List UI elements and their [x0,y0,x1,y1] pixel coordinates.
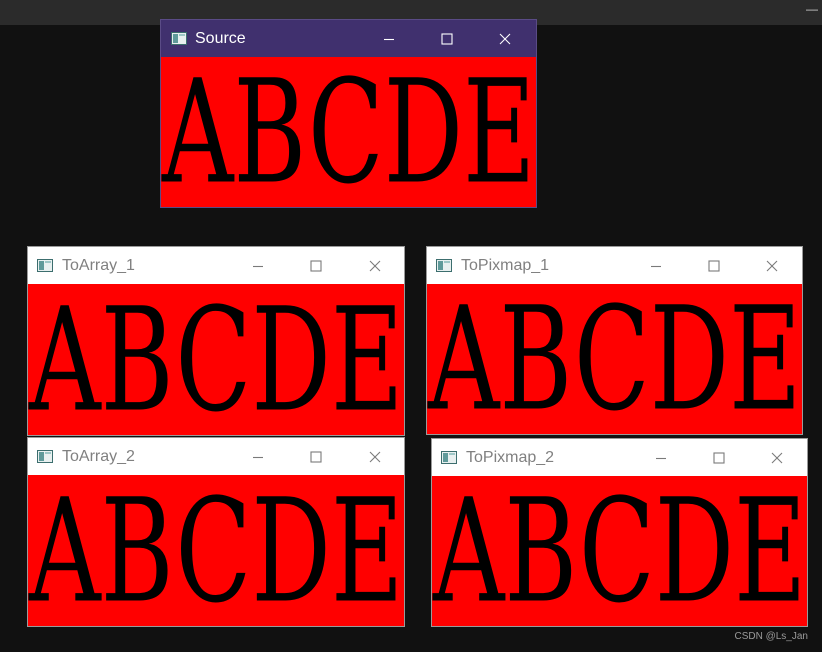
minimize-icon [384,38,394,40]
close-button[interactable] [749,247,795,284]
abcde-text: ABCDE [29,284,404,435]
minimize-icon [656,457,666,459]
window-toarray-1[interactable]: ToArray_1 ABCDE [27,246,405,436]
app-icon [37,449,53,463]
titlebar[interactable]: ToPixmap_2 [432,439,807,476]
maximize-icon [708,259,720,272]
abcde-text: ABCDE [162,57,536,207]
app-icon [37,258,53,272]
minimize-button[interactable] [633,247,679,284]
window-topixmap-1[interactable]: ToPixmap_1 ABCDE [426,246,803,435]
titlebar[interactable]: Source [161,20,536,57]
image-content: ABCDE [161,57,536,207]
image-content: ABCDE [427,284,802,434]
app-icon [171,31,187,45]
titlebar[interactable]: ToPixmap_1 [427,247,802,284]
maximize-button[interactable] [293,247,339,284]
topbar-minimize-icon[interactable]: — [806,2,818,16]
abcde-text: ABCDE [29,475,404,626]
image-content: ABCDE [432,476,807,626]
window-toarray-2[interactable]: ToArray_2 ABCDE [27,437,405,627]
close-icon [766,260,778,271]
maximize-button[interactable] [691,247,737,284]
maximize-button[interactable] [293,438,339,475]
window-title: ToPixmap_1 [461,256,550,274]
minimize-icon [651,265,661,267]
close-icon [369,451,381,462]
watermark: CSDN @Ls_Jan [734,631,808,642]
minimize-icon [253,265,263,267]
titlebar[interactable]: ToArray_2 [28,438,404,475]
close-button[interactable] [754,439,800,476]
image-content: ABCDE [28,284,404,435]
image-content: ABCDE [28,475,404,626]
abcde-text: ABCDE [433,476,807,626]
close-icon [369,260,381,271]
window-title: ToPixmap_2 [466,448,555,466]
maximize-button[interactable] [696,439,742,476]
maximize-icon [310,450,322,463]
abcde-text: ABCDE [428,284,802,434]
minimize-icon [253,456,263,458]
close-button[interactable] [482,20,528,57]
maximize-icon [441,32,453,45]
close-button[interactable] [352,247,398,284]
close-button[interactable] [352,438,398,475]
close-icon [771,452,783,463]
app-icon [436,258,452,272]
maximize-icon [310,259,322,272]
minimize-button[interactable] [638,439,684,476]
window-title: Source [195,29,246,47]
window-topixmap-2[interactable]: ToPixmap_2 ABCDE [431,438,808,627]
titlebar[interactable]: ToArray_1 [28,247,404,284]
minimize-button[interactable] [235,438,281,475]
window-title: ToArray_1 [62,256,135,274]
minimize-button[interactable] [235,247,281,284]
minimize-button[interactable] [366,20,412,57]
maximize-button[interactable] [424,20,470,57]
app-icon [441,450,457,464]
window-source[interactable]: Source ABCDE [160,19,537,208]
window-title: ToArray_2 [62,447,135,465]
maximize-icon [713,451,725,464]
close-icon [499,33,511,44]
